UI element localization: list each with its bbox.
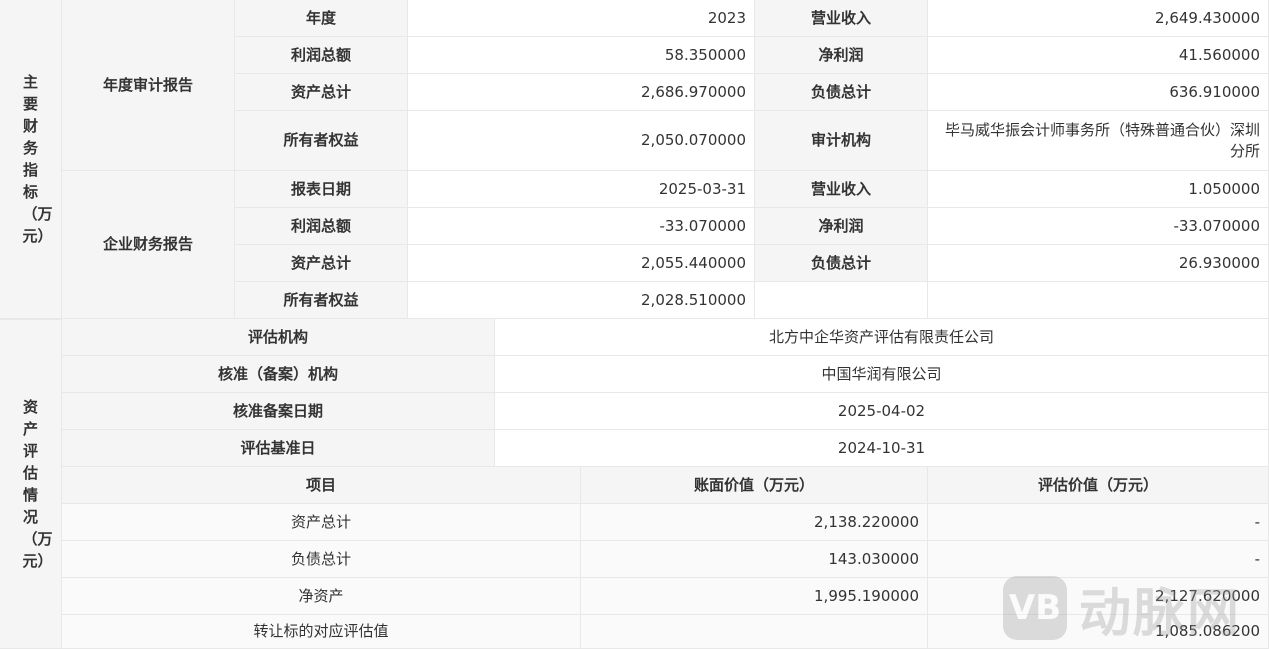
report-empty-value (928, 282, 1269, 319)
base-date-value: 2024-10-31 (495, 430, 1269, 467)
report-equity-label: 所有者权益 (235, 282, 408, 319)
report-date-label: 报表日期 (235, 171, 408, 208)
audit-total-liab-value: 636.910000 (928, 74, 1269, 111)
approve-org-value: 中国华润有限公司 (495, 356, 1269, 393)
audit-revenue-label: 营业收入 (755, 0, 928, 37)
base-date-label: 评估基准日 (62, 430, 495, 467)
table-row-eval: - (928, 504, 1269, 541)
table-row-book: 2,138.220000 (581, 504, 928, 541)
report-total-assets-label: 资产总计 (235, 245, 408, 282)
report-net-profit-value: -33.070000 (928, 208, 1269, 245)
table-row-book (581, 615, 928, 649)
audit-total-liab-label: 负债总计 (755, 74, 928, 111)
eval-org-label: 评估机构 (62, 319, 495, 356)
table-row-item: 净资产 (62, 578, 581, 615)
report-total-assets-value: 2,055.440000 (408, 245, 755, 282)
approve-date-value: 2025-04-02 (495, 393, 1269, 430)
col-header-book-value: 账面价值（万元） (581, 467, 928, 504)
auditor-label: 审计机构 (755, 111, 928, 171)
table-row-book: 1,995.190000 (581, 578, 928, 615)
audit-revenue-value: 2,649.430000 (928, 0, 1269, 37)
audit-year-label: 年度 (235, 0, 408, 37)
report-revenue-label: 营业收入 (755, 171, 928, 208)
report-total-liab-value: 26.930000 (928, 245, 1269, 282)
audit-year-value: 2023 (408, 0, 755, 37)
financial-report-label: 企业财务报告 (62, 171, 235, 319)
report-date-value: 2025-03-31 (408, 171, 755, 208)
col-header-eval-value: 评估价值（万元） (928, 467, 1269, 504)
report-total-profit-value: -33.070000 (408, 208, 755, 245)
table-row-item: 资产总计 (62, 504, 581, 541)
audit-total-profit-value: 58.350000 (408, 37, 755, 74)
audit-net-profit-label: 净利润 (755, 37, 928, 74)
report-empty-label (755, 282, 928, 319)
report-net-profit-label: 净利润 (755, 208, 928, 245)
table-row-eval: 1,085.086200 (928, 615, 1269, 649)
table-row-eval: - (928, 541, 1269, 578)
audit-equity-value: 2,050.070000 (408, 111, 755, 171)
col-header-item: 项目 (62, 467, 581, 504)
audit-report-label: 年度审计报告 (62, 0, 235, 171)
report-revenue-value: 1.050000 (928, 171, 1269, 208)
table-row-eval: 2,127.620000 (928, 578, 1269, 615)
table-row-item: 转让标的对应评估值 (62, 615, 581, 649)
audit-equity-label: 所有者权益 (235, 111, 408, 171)
report-equity-value: 2,028.510000 (408, 282, 755, 319)
financial-section-label: 主要财务指标（万元） (0, 0, 62, 319)
report-total-profit-label: 利润总额 (235, 208, 408, 245)
audit-total-profit-label: 利润总额 (235, 37, 408, 74)
audit-total-assets-value: 2,686.970000 (408, 74, 755, 111)
table-row-book: 143.030000 (581, 541, 928, 578)
audit-total-assets-label: 资产总计 (235, 74, 408, 111)
table-row-item: 负债总计 (62, 541, 581, 578)
audit-net-profit-value: 41.560000 (928, 37, 1269, 74)
eval-org-value: 北方中企华资产评估有限责任公司 (495, 319, 1269, 356)
approve-org-label: 核准（备案）机构 (62, 356, 495, 393)
auditor-value: 毕马威华振会计师事务所（特殊普通合伙）深圳分所 (928, 111, 1269, 171)
evaluation-section-label: 资产评估情况（万元） (0, 319, 62, 649)
approve-date-label: 核准备案日期 (62, 393, 495, 430)
report-total-liab-label: 负债总计 (755, 245, 928, 282)
